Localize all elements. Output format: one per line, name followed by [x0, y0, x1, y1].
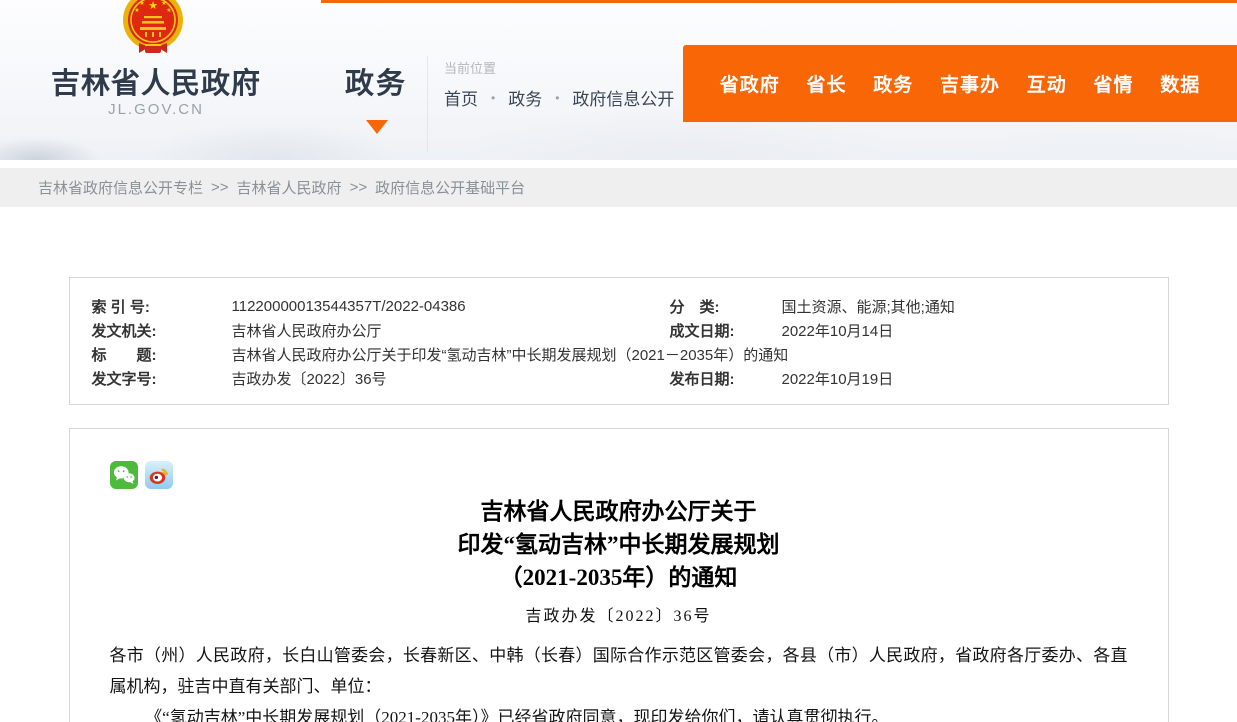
document-title-line-2: 印发“氢动吉林”中长期发展规划	[110, 528, 1128, 561]
breadcrumb-separator: •	[555, 91, 559, 105]
subcrumb-provincial-gov[interactable]: 吉林省人民政府	[237, 177, 342, 198]
breadcrumb-separator: •	[491, 91, 495, 105]
site-header: ★ ★ ★ ★ ★ 吉林省人民政府 JL.GOV.CN 政务 当前位置	[0, 0, 1237, 160]
breadcrumb-item-home[interactable]: 首页	[444, 85, 478, 110]
header-divider	[427, 56, 428, 152]
top-accent-line	[321, 0, 1237, 3]
meta-label-issuing-agency: 发文机关:	[92, 320, 232, 341]
section-label: 政务	[345, 60, 407, 102]
national-emblem-icon[interactable]: ★ ★ ★ ★ ★	[121, 0, 185, 55]
meta-value-index-no: 11220000013544357T/2022-04386	[232, 298, 670, 315]
breadcrumb-item-zhengwu[interactable]: 政务	[508, 85, 542, 110]
page: ★ ★ ★ ★ ★ 吉林省人民政府 JL.GOV.CN 政务 当前位置	[0, 0, 1237, 722]
site-title[interactable]: 吉林省人民政府	[30, 60, 282, 102]
subcrumb-platform[interactable]: 政府信息公开基础平台	[375, 177, 525, 198]
meta-value-written-date: 2022年10月14日	[782, 320, 1168, 341]
meta-value-publish-date: 2022年10月19日	[782, 368, 1168, 389]
document-body: 各市（州）人民政府，长白山管委会，长春新区、中韩（长春）国际合作示范区管委会，各…	[110, 640, 1128, 722]
meta-value-title: 吉林省人民政府办公厅关于印发“氢动吉林”中长期发展规划（2021－2035年）的…	[232, 344, 1168, 365]
nav-item-province-info[interactable]: 省情	[1093, 70, 1133, 97]
svg-text:★: ★	[161, 0, 166, 7]
meta-label-title: 标 题:	[92, 344, 232, 365]
subcrumb-info-column[interactable]: 吉林省政府信息公开专栏	[38, 177, 203, 198]
document-title: 吉林省人民政府办公厅关于 印发“氢动吉林”中长期发展规划 （2021-2035年…	[110, 495, 1128, 594]
document-meta-table: 索 引 号: 11220000013544357T/2022-04386 分 类…	[69, 277, 1169, 405]
breadcrumb-item-gov-info[interactable]: 政府信息公开	[572, 85, 674, 110]
main-nav: 省政府 省长 政务 吉事办 互动 省情 数据	[683, 45, 1237, 122]
nav-item-jishiban[interactable]: 吉事办	[940, 70, 1000, 97]
nav-item-data[interactable]: 数据	[1160, 70, 1200, 97]
nav-item-interaction[interactable]: 互动	[1027, 70, 1067, 97]
document-paragraph-recipients: 各市（州）人民政府，长白山管委会，长春新区、中韩（长春）国际合作示范区管委会，各…	[110, 640, 1128, 702]
nav-item-provincial-gov[interactable]: 省政府	[720, 70, 780, 97]
svg-text:★: ★	[134, 7, 139, 14]
svg-text:★: ★	[166, 7, 171, 14]
svg-text:★: ★	[139, 0, 144, 7]
breadcrumb: 首页 • 政务 • 政府信息公开	[444, 85, 674, 110]
document-number: 吉政办发〔2022〕36号	[110, 602, 1128, 626]
document-title-line-3: （2021-2035年）的通知	[110, 561, 1128, 594]
meta-row-issuer: 发文机关: 吉林省人民政府办公厅 成文日期: 2022年10月14日	[70, 318, 1168, 342]
subcrumb-separator: >>	[211, 179, 229, 196]
nav-item-zhengwu[interactable]: 政务	[873, 70, 913, 97]
meta-value-issuing-agency: 吉林省人民政府办公厅	[232, 320, 670, 341]
meta-row-title: 标 题: 吉林省人民政府办公厅关于印发“氢动吉林”中长期发展规划（2021－20…	[70, 342, 1168, 366]
meta-label-written-date: 成文日期:	[670, 320, 782, 341]
meta-label-doc-number: 发文字号:	[92, 368, 232, 389]
meta-label-publish-date: 发布日期:	[670, 368, 782, 389]
nav-item-governor[interactable]: 省长	[806, 70, 846, 97]
document-title-line-1: 吉林省人民政府办公厅关于	[110, 495, 1128, 528]
subcrumb-separator: >>	[350, 179, 368, 196]
document-content-panel: 吉林省人民政府办公厅关于 印发“氢动吉林”中长期发展规划 （2021-2035年…	[69, 428, 1169, 722]
breadcrumb-caption: 当前位置	[444, 58, 496, 77]
svg-text:★: ★	[148, 0, 158, 12]
share-icons-row	[110, 461, 1128, 489]
chevron-down-icon[interactable]	[366, 120, 388, 134]
meta-value-category: 国土资源、能源;其他;通知	[782, 296, 1168, 317]
meta-row-index: 索 引 号: 11220000013544357T/2022-04386 分 类…	[70, 294, 1168, 318]
meta-row-doc-number: 发文字号: 吉政办发〔2022〕36号 发布日期: 2022年10月19日	[70, 366, 1168, 390]
meta-label-category: 分 类:	[670, 296, 782, 317]
site-domain: JL.GOV.CN	[30, 101, 282, 118]
meta-value-doc-number: 吉政办发〔2022〕36号	[232, 368, 670, 389]
secondary-breadcrumb: 吉林省政府信息公开专栏 >> 吉林省人民政府 >> 政府信息公开基础平台	[0, 168, 1237, 207]
meta-label-index-no: 索 引 号:	[92, 296, 232, 317]
wechat-share-icon[interactable]	[110, 461, 138, 489]
weibo-share-icon[interactable]	[145, 461, 173, 489]
document-paragraph-notice: 《“氢动吉林”中长期发展规划（2021-2035年）》已经省政府同意，现印发给你…	[110, 702, 1128, 722]
